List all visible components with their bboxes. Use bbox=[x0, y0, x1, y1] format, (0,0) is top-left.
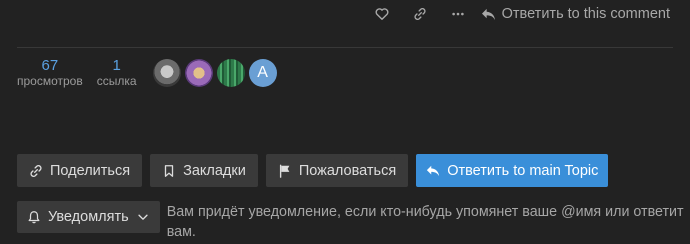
reply-icon bbox=[481, 8, 495, 20]
share-button[interactable]: Поделиться bbox=[17, 154, 143, 187]
views-stat: 67 просмотров bbox=[17, 57, 83, 89]
reply-to-topic-button[interactable]: Ответить to main Topic bbox=[416, 154, 609, 187]
post-actions: Ответить to this comment bbox=[363, 0, 670, 28]
reply-icon bbox=[427, 165, 440, 176]
reply-to-comment-button[interactable]: Ответить to this comment bbox=[477, 0, 670, 28]
reply-to-topic-label: Ответить to main Topic bbox=[447, 162, 599, 179]
views-label: просмотров bbox=[17, 74, 83, 88]
notification-level-dropdown[interactable]: Уведомлять bbox=[17, 201, 160, 233]
avatar[interactable] bbox=[184, 59, 213, 87]
share-label: Поделиться bbox=[50, 162, 131, 179]
divider bbox=[17, 47, 673, 48]
notification-row: Уведомлять Вам придёт уведомление, если … bbox=[17, 201, 687, 242]
notification-description: Вам придёт уведомление, если кто-нибудь … bbox=[166, 204, 684, 240]
participant-avatars: A bbox=[152, 59, 277, 87]
ellipsis-icon bbox=[451, 12, 464, 16]
reply-to-comment-label: Ответить to this comment bbox=[501, 6, 670, 22]
views-count: 67 bbox=[41, 57, 59, 74]
links-label: ссылка bbox=[96, 74, 137, 88]
topic-footer-buttons: Поделиться Закладки Пожаловаться Ответит… bbox=[17, 154, 609, 187]
link-icon bbox=[414, 7, 426, 21]
notification-level-label: Уведомлять bbox=[48, 209, 129, 225]
copy-link-button[interactable] bbox=[401, 0, 439, 28]
topic-map: 67 просмотров 1 ссылка A bbox=[17, 56, 277, 90]
bell-icon bbox=[28, 211, 40, 224]
like-button[interactable] bbox=[363, 0, 401, 28]
bookmark-icon bbox=[164, 164, 174, 177]
bookmark-button[interactable]: Закладки bbox=[150, 154, 258, 187]
topic-page: Ответить to this comment 67 просмотров 1… bbox=[0, 0, 690, 244]
avatar[interactable] bbox=[152, 59, 181, 87]
flag-icon bbox=[279, 164, 290, 178]
link-icon bbox=[30, 164, 42, 177]
links-count: 1 bbox=[112, 57, 121, 74]
flag-label: Пожаловаться bbox=[298, 162, 397, 179]
bookmark-label: Закладки bbox=[183, 162, 246, 179]
heart-icon bbox=[375, 8, 389, 20]
avatar-letter: A bbox=[257, 64, 268, 81]
chevron-down-icon bbox=[138, 214, 148, 220]
flag-button[interactable]: Пожаловаться bbox=[265, 154, 409, 187]
links-stat[interactable]: 1 ссылка bbox=[97, 57, 137, 89]
avatar[interactable]: A bbox=[248, 59, 277, 87]
avatar[interactable] bbox=[216, 59, 245, 87]
more-actions-button[interactable] bbox=[439, 0, 477, 28]
